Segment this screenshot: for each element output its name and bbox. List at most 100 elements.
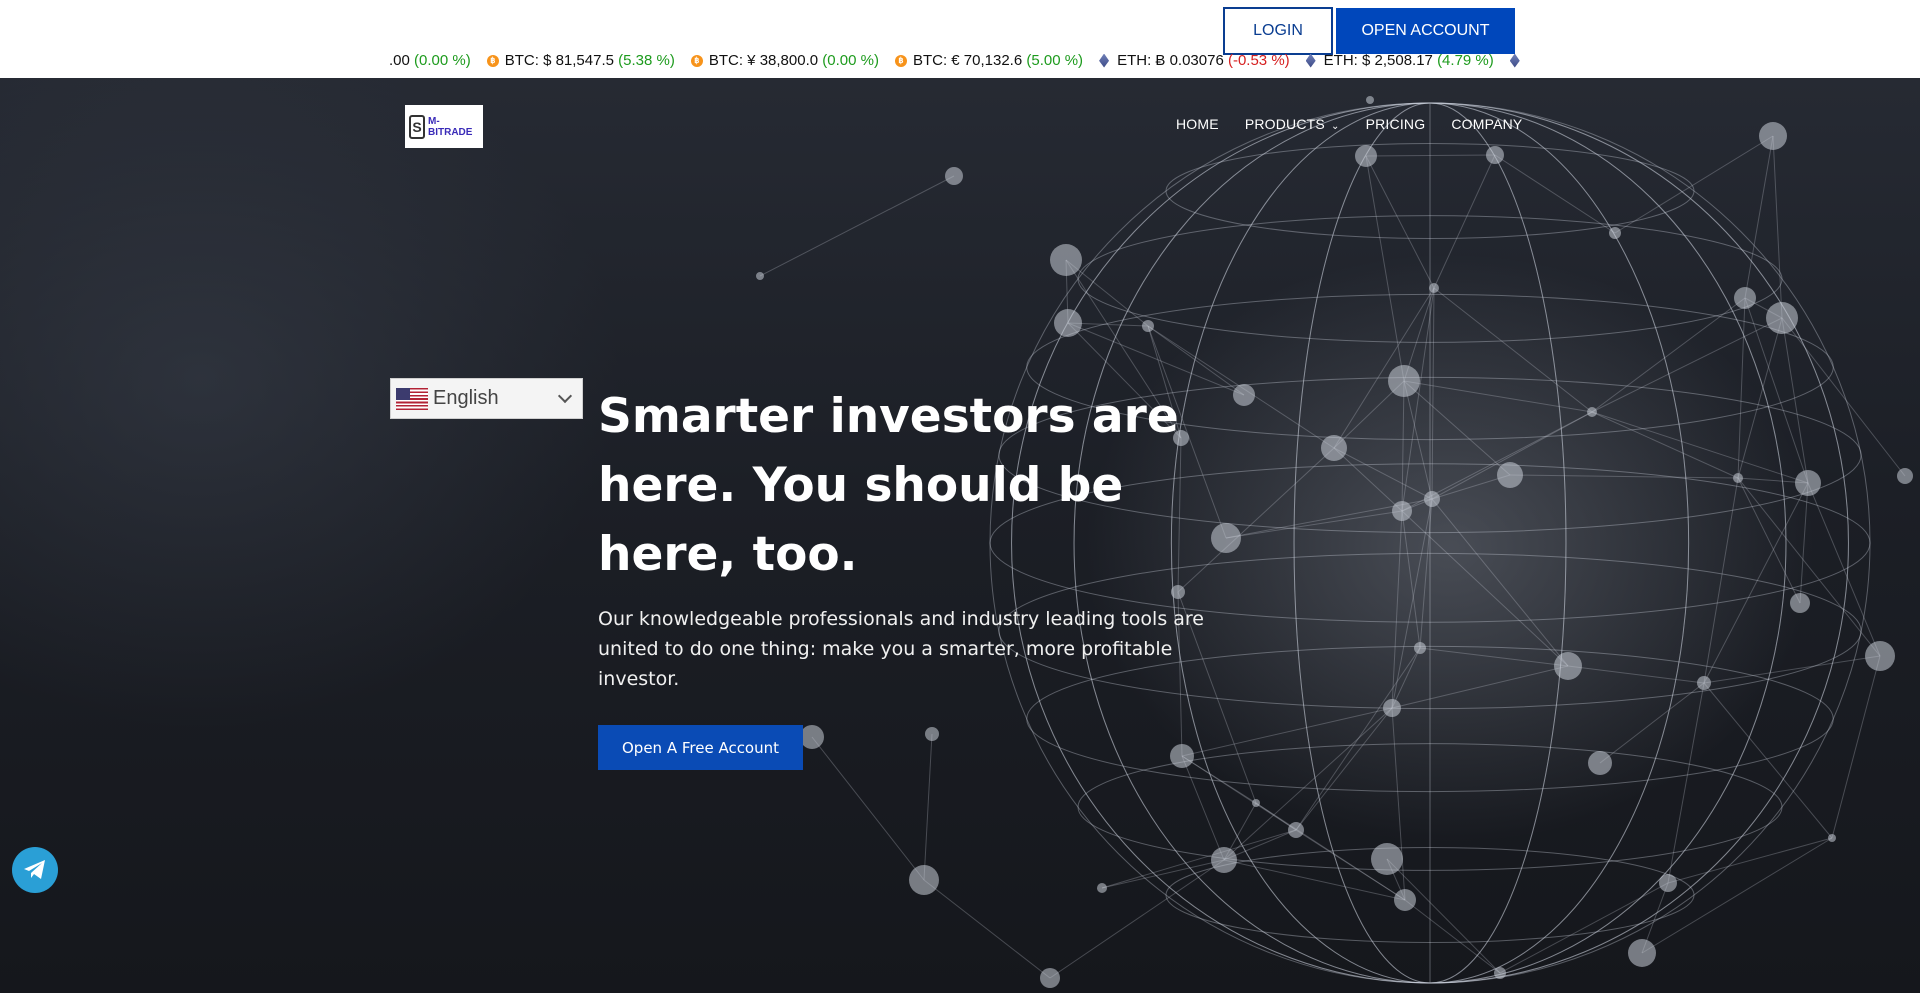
network-line [1831, 655, 1881, 839]
nav-company[interactable]: COMPANY [1451, 116, 1522, 132]
ticker-change: (0.00 %) [414, 52, 471, 69]
telegram-icon [24, 860, 45, 879]
network-line [1365, 155, 1405, 382]
open-free-account-button[interactable]: Open A Free Account [598, 725, 803, 770]
telegram-chat-button[interactable] [12, 847, 58, 893]
site-logo[interactable]: S M- BITRADE [405, 105, 483, 148]
network-line [1181, 755, 1225, 861]
network-line [1333, 447, 1403, 512]
bitcoin-icon: ฿ [894, 54, 907, 67]
network-node [756, 272, 764, 280]
network-line [1401, 510, 1421, 649]
ticker-change: (-0.53 %) [1227, 52, 1290, 69]
network-node [1050, 244, 1082, 276]
network-line [1386, 858, 1501, 974]
network-node [1371, 843, 1403, 875]
network-line [1703, 482, 1809, 684]
ticker-change: (4.79 %) [1437, 52, 1494, 69]
network-node [1828, 834, 1836, 842]
network-line [1509, 474, 1739, 479]
network-node [1142, 320, 1154, 332]
network-line [1431, 498, 1569, 667]
network-node [1288, 822, 1304, 838]
network-line [1333, 447, 1433, 500]
network-node [1897, 468, 1913, 484]
ticker-text: .00 [389, 52, 410, 69]
network-node [1252, 799, 1260, 807]
network-node [1429, 283, 1439, 293]
price-ticker: .00 (0.00 %) ฿ BTC: $ 81,547.5 (5.38 %) ฿ B… [389, 52, 1529, 74]
network-line [1391, 647, 1421, 709]
network-line [923, 879, 1051, 979]
ticker-text: ETH: Ƀ 0.03076 [1117, 52, 1224, 69]
nav-products-label: PRODUCTS [1244, 116, 1325, 132]
ethereum-icon [1509, 53, 1520, 68]
ticker-item: ETH: $ 2,508.17 (4.79 %) [1305, 52, 1494, 69]
network-line [1101, 829, 1297, 889]
network-node [1211, 847, 1237, 873]
login-button[interactable]: LOGIN [1223, 7, 1333, 55]
us-flag-icon [396, 387, 428, 410]
network-line [1403, 380, 1593, 413]
network-node [945, 167, 963, 185]
network-node [1795, 470, 1821, 496]
network-line [1333, 287, 1435, 449]
network-line [1401, 380, 1405, 512]
network-node [1383, 699, 1401, 717]
network-line [1391, 510, 1403, 709]
network-line [1567, 665, 1705, 684]
ticker-item: ฿ BTC: € 70,132.6 (5.00 %) [894, 52, 1084, 69]
ticker-item: .00 (0.00 %) [389, 52, 471, 69]
network-node [1588, 751, 1612, 775]
network-line [1401, 287, 1435, 512]
network-node [1388, 365, 1420, 397]
network-node [1494, 967, 1506, 979]
network-line [1744, 135, 1774, 299]
network-line [1404, 899, 1501, 974]
ticker-change: (5.00 %) [1026, 52, 1084, 69]
network-line [1641, 837, 1833, 954]
network-node [1394, 889, 1416, 911]
logo-text-line2: BITRADE [428, 126, 473, 138]
network-line [1391, 498, 1433, 709]
top-bar: LOGIN OPEN ACCOUNT .00 (0.00 %) ฿ BTC: $ … [0, 0, 1920, 78]
network-line [1591, 411, 1739, 479]
network-node [1355, 145, 1377, 167]
network-line [1591, 297, 1746, 413]
ticker-item: ETH: Ƀ 0.03076 (-0.53 %) [1099, 52, 1290, 69]
network-line [1772, 135, 1783, 319]
ticker-text: ETH: $ 2,508.17 [1323, 52, 1433, 69]
network-node [1865, 641, 1895, 671]
network-line [1703, 655, 1881, 684]
ticker-text: BTC: ¥ 38,800.0 [708, 52, 819, 69]
network-line [923, 733, 933, 881]
network-node [1733, 473, 1743, 483]
nav-pricing[interactable]: PRICING [1366, 116, 1426, 132]
network-node [1366, 96, 1374, 104]
network-line [811, 736, 925, 881]
hero-subtext: Our knowledgeable professionals and indu… [598, 608, 1204, 690]
network-line [1433, 154, 1496, 289]
network-line [1614, 135, 1774, 234]
network-line [1419, 647, 1569, 667]
logo-text-line1: M- [428, 115, 440, 127]
chevron-down-icon: ⌄ [1330, 121, 1340, 132]
logo-mark-icon: S [409, 114, 425, 139]
network-line [1225, 510, 1403, 539]
network-node [1321, 435, 1347, 461]
open-account-button[interactable]: OPEN ACCOUNT [1336, 8, 1515, 54]
main-nav: HOME PRODUCTS ⌄ PRICING COMPANY [1176, 116, 1548, 132]
network-node [1766, 302, 1798, 334]
network-line [1433, 287, 1593, 413]
network-node [1414, 642, 1426, 654]
network-line [1599, 682, 1705, 764]
network-line [759, 175, 955, 277]
ticker-text: BTC: € 70,132.6 [912, 52, 1023, 69]
ticker-change: (0.00 %) [822, 52, 879, 69]
nav-home[interactable]: HOME [1176, 116, 1219, 132]
language-selector[interactable]: English [390, 378, 583, 419]
network-line [1391, 665, 1569, 709]
network-node [1486, 146, 1504, 164]
network-node [925, 727, 939, 741]
nav-products[interactable]: PRODUCTS ⌄ [1245, 116, 1340, 132]
